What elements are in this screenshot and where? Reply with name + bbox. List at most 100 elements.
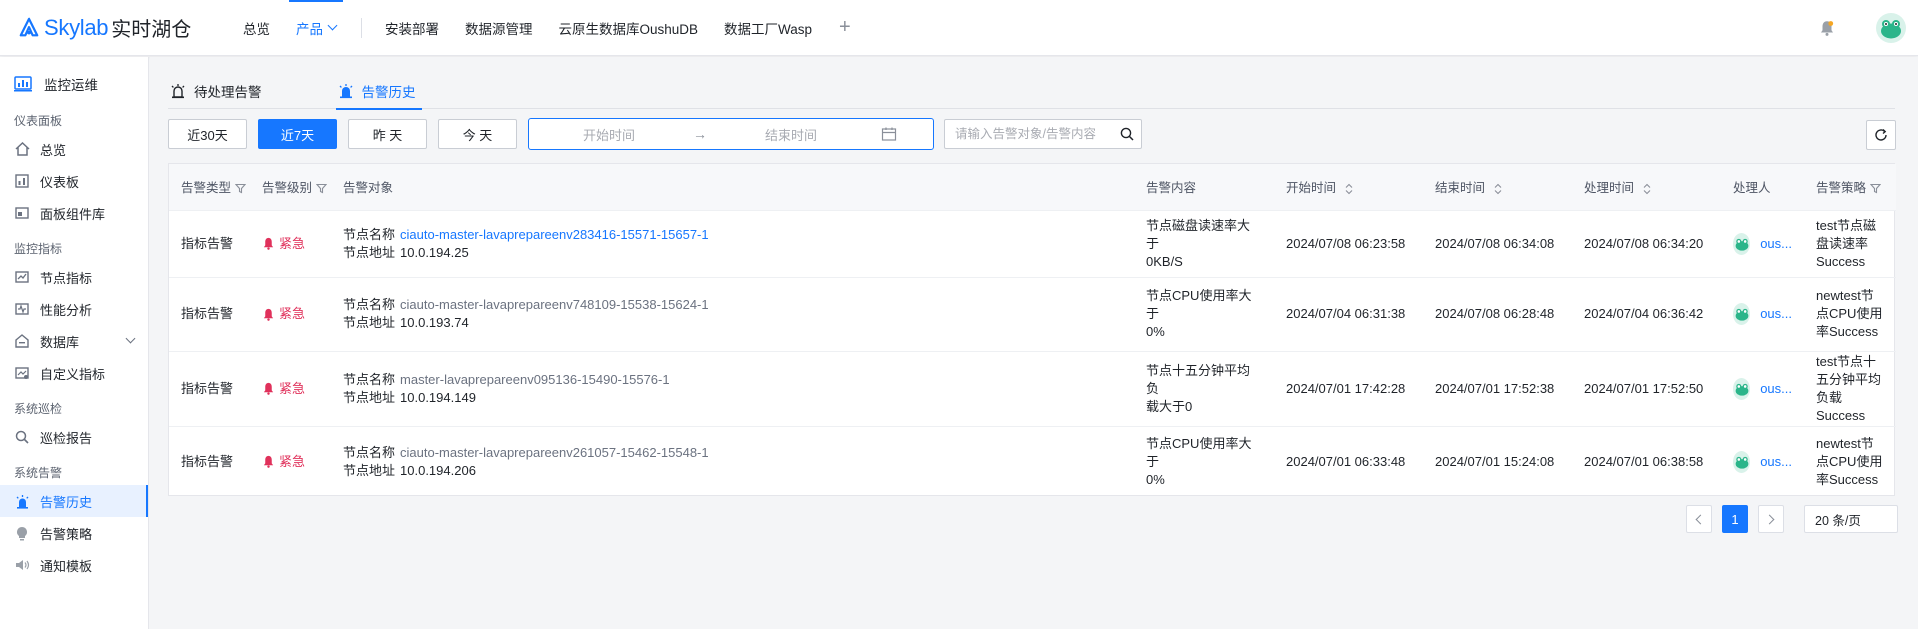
col-alert-type[interactable]: 告警类型 <box>169 164 250 210</box>
sidebar-item-panel-library[interactable]: 面板组件库 <box>0 197 148 229</box>
sidebar-item-label: 告警历史 <box>40 494 93 510</box>
page-size-select[interactable]: 20 条/页 <box>1804 505 1898 533</box>
level-label: 紧急 <box>279 306 306 321</box>
refresh-button[interactable] <box>1866 120 1896 150</box>
sidebar-item-dashboard[interactable]: 仪表板 <box>0 165 148 197</box>
tab-alert-history[interactable]: 告警历史 <box>335 73 422 110</box>
sidebar-item-node-metrics[interactable]: 节点指标 <box>0 261 148 293</box>
last-30-days-button[interactable]: 近30天 <box>168 119 247 149</box>
policy-line: 负载 <box>1816 389 1843 405</box>
nav-products[interactable]: 产品 <box>283 0 349 56</box>
filter-icon[interactable] <box>316 183 328 194</box>
table-row: 指标告警 紧急 节点名称 ciauto-master-lavaprepareenv… <box>169 276 1896 351</box>
policy-line: test节点磁 <box>1816 217 1876 233</box>
col-alert-policy[interactable]: 告警策略 <box>1804 164 1896 210</box>
cell-object: 节点名称 master-lavaprepareenv095136-15490-15… <box>331 350 1134 426</box>
sort-icon[interactable] <box>1493 183 1503 195</box>
nav-overview[interactable]: 总览 <box>230 0 283 56</box>
node-name-link[interactable]: ciauto-master-lavaprepareenv748109-15538… <box>400 297 709 312</box>
cell-handler: ous... <box>1721 276 1804 351</box>
bell-icon <box>263 382 274 395</box>
page-1-button[interactable]: 1 <box>1722 505 1748 533</box>
cell-type: 指标告警 <box>169 350 250 426</box>
sidebar-item-notify-template[interactable]: 通知模板 <box>0 549 148 581</box>
start-time-input[interactable]: 开始时间 <box>529 125 689 144</box>
filter-icon[interactable] <box>235 183 247 194</box>
sidebar-item-label: 巡检报告 <box>40 430 93 446</box>
node-name-link[interactable]: ciauto-master-lavaprepareenv261057-15462… <box>400 445 709 460</box>
nav-datasource[interactable]: 数据源管理 <box>452 0 546 56</box>
sidebar-item-database[interactable]: 数据库 <box>0 325 148 357</box>
sidebar-item-alert-history[interactable]: 告警历史 <box>0 485 148 517</box>
handler-name[interactable]: ous... <box>1760 305 1792 323</box>
table-row: 指标告警 紧急 节点名称 ciauto-master-lavaprepareenv… <box>169 425 1896 497</box>
last-7-days-button[interactable]: 近7天 <box>258 119 337 149</box>
policy-line: 点CPU使用 <box>1816 453 1883 469</box>
date-range-picker[interactable]: 开始时间 → 结束时间 <box>528 118 934 150</box>
search-icon[interactable] <box>1113 127 1141 141</box>
col-label: 开始时间 <box>1286 181 1337 196</box>
policy-line: newtest节 <box>1816 435 1874 451</box>
sidebar-item-inspection-report[interactable]: 巡检报告 <box>0 421 148 453</box>
policy-line: 率Success <box>1816 324 1879 339</box>
yesterday-button[interactable]: 昨 天 <box>348 119 427 149</box>
main-content: 待处理告警 告警历史 近30天 近7天 昨 天 今 天 开始时间 → 结束时间 <box>150 57 1918 629</box>
cell-handled: 2024/07/04 06:36:42 <box>1572 276 1721 351</box>
calendar-icon <box>881 127 897 141</box>
col-alert-object: 告警对象 <box>331 164 1134 210</box>
alarm-pending-icon <box>170 83 186 99</box>
end-time-input[interactable]: 结束时间 <box>711 125 871 144</box>
nav-wasp[interactable]: 数据工厂Wasp <box>711 0 825 56</box>
nav-install[interactable]: 安装部署 <box>372 0 452 56</box>
content-line: 0% <box>1146 471 1165 487</box>
col-end-time[interactable]: 结束时间 <box>1423 164 1572 210</box>
today-button[interactable]: 今 天 <box>438 119 517 149</box>
sidebar-group-inspection: 系统巡检 <box>14 402 63 416</box>
sidebar-item-performance[interactable]: 性能分析 <box>0 293 148 325</box>
col-handled-time[interactable]: 处理时间 <box>1572 164 1721 210</box>
bell-icon[interactable] <box>1818 19 1836 37</box>
cell-handler: ous... <box>1721 350 1804 426</box>
sort-icon[interactable] <box>1344 183 1354 195</box>
prev-page-button[interactable] <box>1686 505 1712 533</box>
cell-end: 2024/07/01 15:24:08 <box>1423 425 1572 497</box>
add-nav-button[interactable]: + <box>825 16 865 39</box>
cell-start: 2024/07/04 06:31:38 <box>1274 276 1423 351</box>
frog-avatar-icon <box>1733 232 1751 255</box>
sidebar-item-label: 节点指标 <box>40 270 93 286</box>
handler-name[interactable]: ous... <box>1760 453 1792 471</box>
col-start-time[interactable]: 开始时间 <box>1274 164 1423 210</box>
user-avatar[interactable] <box>1876 13 1906 43</box>
handler-name[interactable]: ous... <box>1760 380 1792 398</box>
sidebar-item-alert-policy[interactable]: 告警策略 <box>0 517 148 549</box>
col-handler: 处理人 <box>1721 164 1804 210</box>
content-line: 0% <box>1146 324 1165 339</box>
node-addr: 10.0.194.25 <box>400 244 469 260</box>
cell-policy: test节点十 五分钟平均 负载 Success <box>1804 350 1896 426</box>
col-label: 告警类型 <box>181 181 232 196</box>
sidebar-item-overview[interactable]: 总览 <box>0 133 148 165</box>
col-alert-level[interactable]: 告警级别 <box>250 164 331 210</box>
chevron-down-icon <box>327 20 338 31</box>
node-name-link[interactable]: ciauto-master-lavaprepareenv283416-15571… <box>400 227 709 242</box>
sidebar-item-custom-metrics[interactable]: 自定义指标 <box>0 357 148 389</box>
next-page-button[interactable] <box>1758 505 1784 533</box>
sort-icon[interactable] <box>1642 183 1652 195</box>
tab-pending-alerts[interactable]: 待处理告警 <box>168 73 268 109</box>
table-header-row: 告警类型 告警级别 告警对象 告警内容 开始时间 结束时间 处理时间 处理人 告… <box>169 164 1896 210</box>
handler-name[interactable]: ous... <box>1760 235 1792 253</box>
cell-content: 节点十五分钟平均负 载大于0 <box>1134 350 1274 426</box>
sidebar-monitoring-ops[interactable]: 监控运维 <box>0 67 148 101</box>
content-line: 0KB/S <box>1146 253 1183 269</box>
cell-content: 节点CPU使用率大于 0% <box>1134 425 1274 497</box>
search-input[interactable] <box>945 127 1113 141</box>
col-label: 处理人 <box>1733 181 1771 196</box>
cell-end: 2024/07/08 06:34:08 <box>1423 209 1572 277</box>
cell-object: 节点名称 ciauto-master-lavaprepareenv748109-1… <box>331 276 1134 351</box>
nav-oushudb[interactable]: 云原生数据库OushuDB <box>546 0 712 56</box>
filter-icon[interactable] <box>1870 183 1882 194</box>
logo[interactable]: Skylab 实时湖仓 <box>18 13 230 42</box>
nav-oushudb-label: 云原生数据库OushuDB <box>558 21 699 37</box>
node-name-link[interactable]: master-lavaprepareenv095136-15490-15576-… <box>400 372 670 387</box>
tab-pending-label: 待处理告警 <box>194 85 262 100</box>
